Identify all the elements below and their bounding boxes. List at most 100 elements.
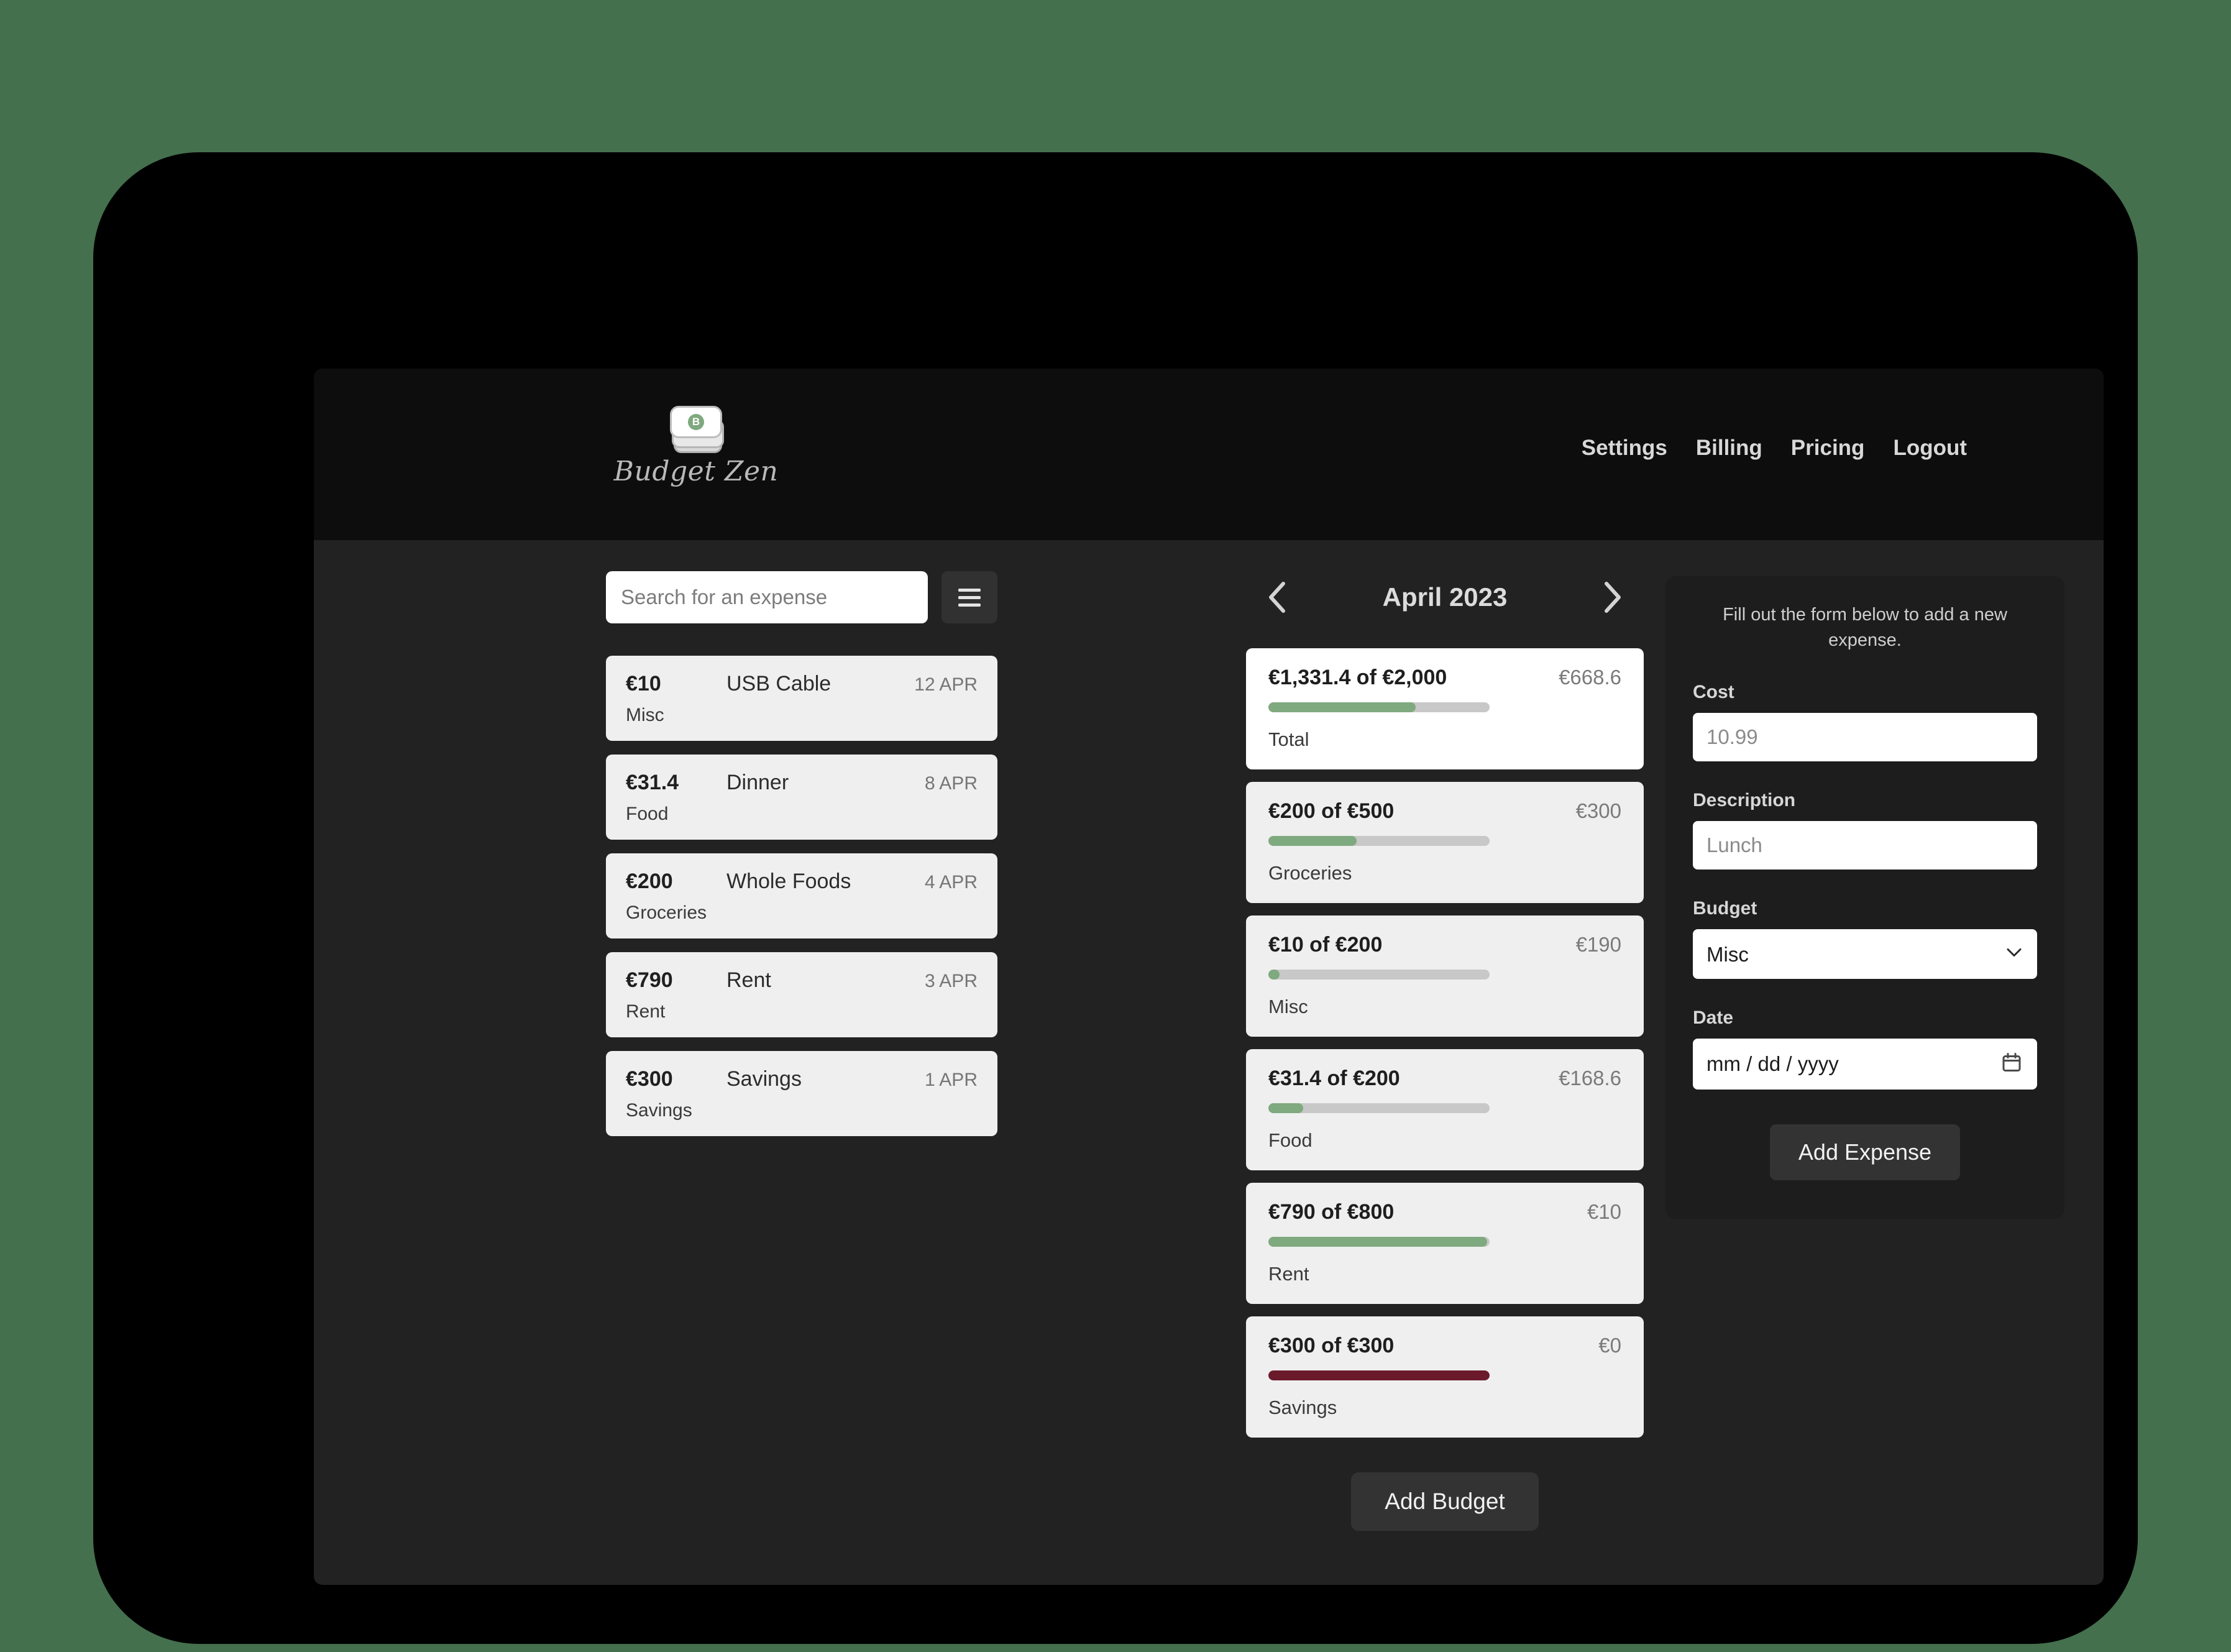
expense-amount: €200 bbox=[626, 870, 673, 893]
prev-month-button[interactable] bbox=[1261, 580, 1294, 614]
nav-item-billing[interactable]: Billing bbox=[1696, 436, 1762, 461]
budget-spent-label: €200 of €500 bbox=[1268, 799, 1395, 823]
budget-label: Budget bbox=[1693, 898, 1757, 919]
budget-progress-track bbox=[1268, 702, 1490, 712]
add-budget-button[interactable]: Add Budget bbox=[1351, 1472, 1539, 1531]
budget-name: Rent bbox=[1268, 1263, 1309, 1285]
filter-button[interactable] bbox=[941, 571, 997, 623]
expense-category: Rent bbox=[626, 1001, 666, 1022]
budget-progress-fill bbox=[1268, 1370, 1490, 1380]
description-input[interactable] bbox=[1693, 821, 2037, 870]
budget-card-top: €1,331.4 of €2,000 €668.6 bbox=[1268, 666, 1621, 690]
expense-description: Whole Foods bbox=[726, 870, 851, 893]
budget-spent-label: €31.4 of €200 bbox=[1268, 1067, 1400, 1090]
budget-card-top: €300 of €300 €0 bbox=[1268, 1334, 1621, 1358]
expense-card[interactable]: €790 Rent 3 APR Rent bbox=[606, 952, 997, 1037]
budget-card[interactable]: €1,331.4 of €2,000 €668.6 Total bbox=[1246, 648, 1644, 769]
budget-card[interactable]: €31.4 of €200 €168.6 Food bbox=[1246, 1049, 1644, 1170]
expense-category: Misc bbox=[626, 705, 664, 725]
expense-date: 4 APR bbox=[924, 872, 978, 893]
budget-card[interactable]: €300 of €300 €0 Savings bbox=[1246, 1316, 1644, 1438]
app-screen: B Budget Zen Settings Billing Pricing Lo… bbox=[314, 369, 2104, 1585]
add-expense-button[interactable]: Add Expense bbox=[1769, 1124, 1961, 1181]
next-month-button[interactable] bbox=[1595, 580, 1629, 614]
budget-progress-fill bbox=[1268, 702, 1416, 712]
expense-amount: €31.4 bbox=[626, 771, 679, 794]
expense-description: USB Cable bbox=[726, 672, 831, 695]
expense-card[interactable]: €31.4 Dinner 8 APR Food bbox=[606, 755, 997, 840]
budget-remaining-label: €190 bbox=[1575, 933, 1621, 956]
cost-input[interactable] bbox=[1693, 713, 2037, 762]
budget-card-top: €31.4 of €200 €168.6 bbox=[1268, 1067, 1621, 1091]
budgets-column: April 2023 €1,331.4 of €2,000 €668.6 Total… bbox=[1246, 540, 1644, 1531]
expense-card-top: €200 Whole Foods 4 APR bbox=[626, 870, 978, 894]
budget-card[interactable]: €790 of €800 €10 Rent bbox=[1246, 1183, 1644, 1304]
budget-card-top: €10 of €200 €190 bbox=[1268, 933, 1621, 957]
budget-card[interactable]: €10 of €200 €190 Misc bbox=[1246, 915, 1644, 1037]
expense-amount: €790 bbox=[626, 968, 673, 992]
hamburger-icon-line bbox=[958, 588, 981, 592]
expense-description: Dinner bbox=[726, 771, 789, 794]
cost-field-group: Cost bbox=[1693, 682, 2037, 762]
calendar-icon[interactable] bbox=[2001, 1052, 2022, 1076]
tablet-bezel: B Budget Zen Settings Billing Pricing Lo… bbox=[93, 152, 2138, 1644]
budget-spent-label: €10 of €200 bbox=[1268, 933, 1383, 957]
description-label: Description bbox=[1693, 790, 1796, 811]
date-input-wrap: mm / dd / yyyy bbox=[1693, 1039, 2037, 1090]
current-month-label: April 2023 bbox=[1382, 582, 1508, 612]
budget-name: Misc bbox=[1268, 996, 1308, 1017]
month-navigation: April 2023 bbox=[1246, 570, 1644, 625]
brand-logo[interactable]: B Budget Zen bbox=[609, 406, 783, 487]
date-input[interactable]: mm / dd / yyyy bbox=[1693, 1039, 2037, 1090]
budget-card-top: €200 of €500 €300 bbox=[1268, 799, 1621, 824]
budget-spent-label: €300 of €300 bbox=[1268, 1334, 1395, 1357]
nav-item-logout[interactable]: Logout bbox=[1893, 436, 1967, 461]
main-content: €10 USB Cable 12 APR Misc €31.4 Dinner 8 APR Fo… bbox=[314, 540, 2104, 1585]
brand-name: Budget Zen bbox=[613, 456, 779, 487]
budget-card-top: €790 of €800 €10 bbox=[1268, 1200, 1621, 1224]
hamburger-icon-line bbox=[958, 603, 981, 607]
expense-amount: €10 bbox=[626, 672, 661, 695]
budget-progress-track bbox=[1268, 836, 1490, 846]
budget-name: Total bbox=[1268, 728, 1309, 750]
budget-card[interactable]: €200 of €500 €300 Groceries bbox=[1246, 782, 1644, 903]
budget-spent-label: €790 of €800 bbox=[1268, 1200, 1395, 1224]
expenses-column: €10 USB Cable 12 APR Misc €31.4 Dinner 8 APR Fo… bbox=[606, 540, 997, 1136]
search-row bbox=[606, 571, 997, 623]
expense-card[interactable]: €10 USB Cable 12 APR Misc bbox=[606, 656, 997, 741]
expense-card[interactable]: €300 Savings 1 APR Savings bbox=[606, 1051, 997, 1136]
add-expense-row: Add Expense bbox=[1693, 1124, 2037, 1181]
budget-progress-track bbox=[1268, 1370, 1490, 1380]
budget-name: Groceries bbox=[1268, 862, 1352, 884]
budget-remaining-label: €0 bbox=[1598, 1334, 1621, 1357]
budget-name: Savings bbox=[1268, 1397, 1337, 1418]
budget-progress-fill bbox=[1268, 1237, 1487, 1247]
expense-amount: €300 bbox=[626, 1067, 673, 1091]
brand-badge-letter: B bbox=[688, 414, 704, 430]
nav-item-settings[interactable]: Settings bbox=[1582, 436, 1667, 461]
expense-date: 12 APR bbox=[914, 674, 978, 695]
cost-label: Cost bbox=[1693, 682, 1734, 703]
budget-remaining-label: €668.6 bbox=[1559, 666, 1621, 689]
budget-progress-track bbox=[1268, 970, 1490, 980]
expense-card[interactable]: €200 Whole Foods 4 APR Groceries bbox=[606, 853, 997, 938]
budget-name: Food bbox=[1268, 1129, 1312, 1151]
budget-progress-fill bbox=[1268, 836, 1357, 846]
expense-date: 3 APR bbox=[924, 971, 978, 991]
nav-item-pricing[interactable]: Pricing bbox=[1791, 436, 1865, 461]
form-intro-text: Fill out the form below to add a new exp… bbox=[1723, 605, 2007, 651]
expense-category: Food bbox=[626, 804, 669, 824]
add-budget-row: Add Budget bbox=[1246, 1472, 1644, 1531]
budget-select[interactable]: Misc bbox=[1693, 929, 2037, 980]
description-field-group: Description bbox=[1693, 790, 2037, 870]
card-stack-front-icon: B bbox=[670, 406, 722, 438]
budget-progress-fill bbox=[1268, 970, 1280, 980]
expense-card-top: €790 Rent 3 APR bbox=[626, 968, 978, 993]
search-input[interactable] bbox=[606, 571, 928, 623]
budget-remaining-label: €300 bbox=[1575, 799, 1621, 822]
budget-field-group: Budget Misc bbox=[1693, 898, 2037, 980]
expense-date: 1 APR bbox=[924, 1070, 978, 1090]
budget-progress-fill bbox=[1268, 1103, 1303, 1113]
budget-select-wrap: Misc bbox=[1693, 929, 2037, 980]
date-field-group: Date mm / dd / yyyy bbox=[1693, 1007, 2037, 1090]
